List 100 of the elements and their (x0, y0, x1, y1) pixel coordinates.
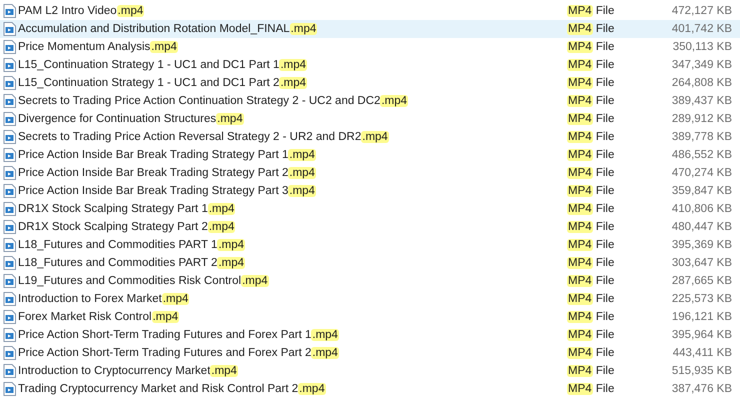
video-file-icon (3, 220, 16, 234)
file-name: DR1X Stock Scalping Strategy Part 2.mp4 (18, 221, 236, 233)
file-size: 389,778 KB (670, 131, 732, 143)
file-type: MP4 File (566, 77, 616, 89)
video-file-icon (3, 328, 16, 342)
file-row[interactable]: L18_Futures and Commodities PART 1.mp4 MP4 File 395,369 KB (0, 236, 740, 254)
file-name: Price Action Short-Term Trading Futures and Forex Part 1.mp4 (18, 329, 340, 341)
video-file-icon (3, 130, 16, 144)
file-row[interactable]: Introduction to Cryptocurrency Market.mp4 MP4 File 515,935 KB (0, 362, 740, 380)
video-file-icon (3, 22, 16, 36)
file-type: MP4 File (566, 311, 616, 323)
file-name: DR1X Stock Scalping Strategy Part 1.mp4 (18, 203, 236, 215)
file-row[interactable]: L15_Continuation Strategy 1 - UC1 and DC1 Part 2.mp4 MP4 File 264,808 KB (0, 74, 740, 92)
file-size: 303,647 KB (670, 257, 732, 269)
file-row[interactable]: Price Action Inside Bar Break Trading Strategy Part 1.mp4 MP4 File 486,552 KB (0, 146, 740, 164)
file-type: MP4 File (566, 293, 616, 305)
file-type: MP4 File (566, 185, 616, 197)
file-size: 401,742 KB (670, 23, 732, 35)
file-size: 470,274 KB (670, 167, 732, 179)
file-name: Price Action Short-Term Trading Futures and Forex Part 2.mp4 (18, 347, 340, 359)
file-type: MP4 File (566, 23, 616, 35)
video-file-icon (3, 310, 16, 324)
file-size: 347,349 KB (670, 59, 732, 71)
video-file-icon (3, 4, 16, 18)
video-file-icon (3, 184, 16, 198)
file-name: L15_Continuation Strategy 1 - UC1 and DC1 Part 2.mp4 (18, 77, 308, 89)
video-file-icon (3, 58, 16, 72)
file-name: Accumulation and Distribution Rotation Model_FINAL.mp4 (18, 23, 318, 35)
file-row[interactable]: DR1X Stock Scalping Strategy Part 1.mp4 MP4 File 410,806 KB (0, 200, 740, 218)
file-size: 387,476 KB (670, 383, 732, 395)
file-row[interactable]: Forex Market Risk Control.mp4 MP4 File 196,121 KB (0, 308, 740, 326)
file-row[interactable]: Secrets to Trading Price Action Reversal Strategy 2 - UR2 and DR2.mp4 MP4 File 389,778 KB (0, 128, 740, 146)
file-type: MP4 File (566, 347, 616, 359)
file-row[interactable]: Price Action Short-Term Trading Futures and Forex Part 1.mp4 MP4 File 395,964 KB (0, 326, 740, 344)
file-name: Price Action Inside Bar Break Trading Strategy Part 3.mp4 (18, 185, 317, 197)
file-row[interactable]: Accumulation and Distribution Rotation Model_FINAL.mp4 MP4 File 401,742 KB (0, 20, 740, 38)
file-size: 395,964 KB (670, 329, 732, 341)
file-row[interactable]: DR1X Stock Scalping Strategy Part 2.mp4 MP4 File 480,447 KB (0, 218, 740, 236)
video-file-icon (3, 166, 16, 180)
file-size: 289,912 KB (670, 113, 732, 125)
file-name: Divergence for Continuation Structures.mp4 (18, 113, 245, 125)
file-name: Price Action Inside Bar Break Trading Strategy Part 2.mp4 (18, 167, 317, 179)
file-row[interactable]: L15_Continuation Strategy 1 - UC1 and DC1 Part 1.mp4 MP4 File 347,349 KB (0, 56, 740, 74)
file-type: MP4 File (566, 239, 616, 251)
video-file-icon (3, 256, 16, 270)
file-size: 486,552 KB (670, 149, 732, 161)
file-name: Price Action Inside Bar Break Trading Strategy Part 1.mp4 (18, 149, 317, 161)
file-name: Introduction to Forex Market.mp4 (18, 293, 190, 305)
file-name: L18_Futures and Commodities PART 1.mp4 (18, 239, 246, 251)
file-row[interactable]: Price Action Inside Bar Break Trading Strategy Part 3.mp4 MP4 File 359,847 KB (0, 182, 740, 200)
file-row[interactable]: Divergence for Continuation Structures.mp4 MP4 File 289,912 KB (0, 110, 740, 128)
file-row[interactable]: Introduction to Forex Market.mp4 MP4 File 225,573 KB (0, 290, 740, 308)
file-type: MP4 File (566, 221, 616, 233)
file-type: MP4 File (566, 5, 616, 17)
video-file-icon (3, 382, 16, 396)
video-file-icon (3, 364, 16, 378)
file-name: Trading Cryptocurrency Market and Risk Control Part 2.mp4 (18, 383, 327, 395)
file-type: MP4 File (566, 95, 616, 107)
file-name: Forex Market Risk Control.mp4 (18, 311, 180, 323)
file-type: MP4 File (566, 257, 616, 269)
file-size: 389,437 KB (670, 95, 732, 107)
file-name: L19_Futures and Commodities Risk Control.mp4 (18, 275, 270, 287)
video-file-icon (3, 76, 16, 90)
video-file-icon (3, 202, 16, 216)
file-size: 480,447 KB (670, 221, 732, 233)
file-name: Secrets to Trading Price Action Continuation Strategy 2 - UC2 and DC2.mp4 (18, 95, 410, 107)
file-name: L15_Continuation Strategy 1 - UC1 and DC1 Part 1.mp4 (18, 59, 308, 71)
file-row[interactable]: Secrets to Trading Price Action Continuation Strategy 2 - UC2 and DC2.mp4 MP4 File 389,437 KB (0, 92, 740, 110)
file-row[interactable]: Price Action Short-Term Trading Futures and Forex Part 2.mp4 MP4 File 443,411 KB (0, 344, 740, 362)
file-size: 196,121 KB (670, 311, 732, 323)
file-size: 225,573 KB (670, 293, 732, 305)
file-type: MP4 File (566, 41, 616, 53)
file-size: 410,806 KB (670, 203, 732, 215)
file-row[interactable]: PAM L2 Intro Video.mp4 MP4 File 472,127 KB (0, 2, 740, 20)
file-type: MP4 File (566, 149, 616, 161)
video-file-icon (3, 292, 16, 306)
file-size: 350,113 KB (672, 41, 732, 53)
file-name: PAM L2 Intro Video.mp4 (18, 5, 146, 17)
file-size: 395,369 KB (670, 239, 732, 251)
file-row[interactable]: Trading Cryptocurrency Market and Risk Control Part 2.mp4 MP4 File 387,476 KB (0, 380, 740, 398)
file-row[interactable]: L19_Futures and Commodities Risk Control.mp4 MP4 File 287,665 KB (0, 272, 740, 290)
file-row[interactable]: L18_Futures and Commodities PART 2.mp4 MP4 File 303,647 KB (0, 254, 740, 272)
file-size: 264,808 KB (670, 77, 732, 89)
file-size: 359,847 KB (670, 185, 732, 197)
file-name: Introduction to Cryptocurrency Market.mp4 (18, 365, 239, 377)
file-size: 287,665 KB (670, 275, 732, 287)
file-row[interactable]: Price Momentum Analysis.mp4 MP4 File 350,113 KB (0, 38, 740, 56)
file-size: 472,127 KB (670, 5, 732, 17)
file-type: MP4 File (566, 167, 616, 179)
file-type: MP4 File (566, 131, 616, 143)
file-size: 443,411 KB (672, 347, 732, 359)
file-type: MP4 File (566, 365, 616, 377)
file-name: Price Momentum Analysis.mp4 (18, 41, 179, 53)
file-type: MP4 File (566, 113, 616, 125)
file-type: MP4 File (566, 275, 616, 287)
file-size: 515,935 KB (670, 365, 732, 377)
video-file-icon (3, 274, 16, 288)
video-file-icon (3, 346, 16, 360)
file-name: L18_Futures and Commodities PART 2.mp4 (18, 257, 246, 269)
file-row[interactable]: Price Action Inside Bar Break Trading Strategy Part 2.mp4 MP4 File 470,274 KB (0, 164, 740, 182)
